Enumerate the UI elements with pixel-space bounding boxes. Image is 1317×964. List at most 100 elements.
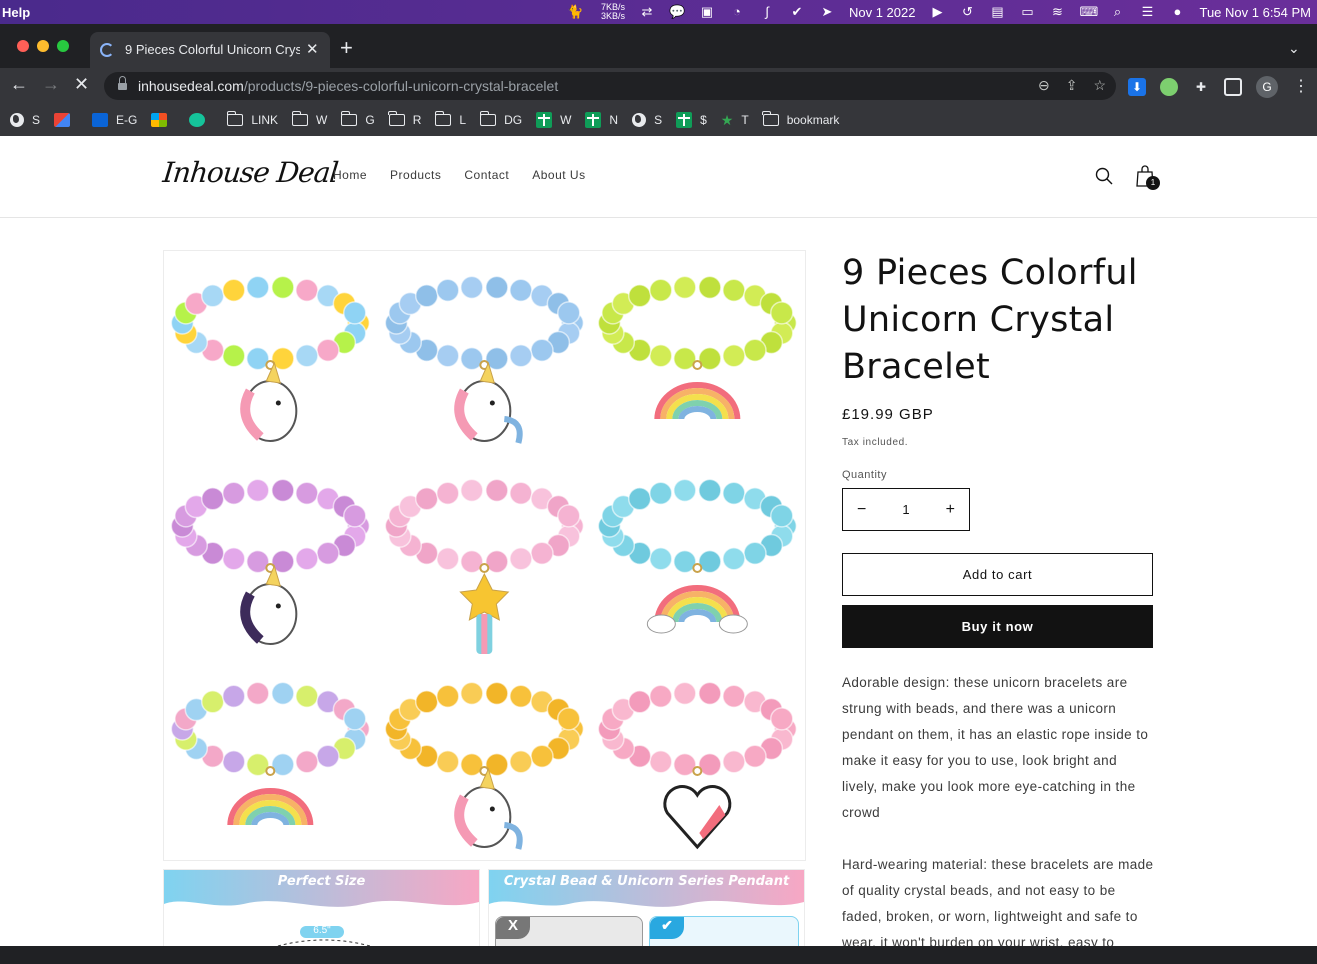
bookmark-folder[interactable]: R: [388, 111, 421, 127]
bookmark-item[interactable]: [189, 113, 213, 127]
qq-icon[interactable]: ◔: [729, 5, 745, 19]
cross-icon: [676, 112, 693, 128]
minimize-window-button[interactable]: [37, 40, 49, 52]
quantity-label: Quantity: [842, 469, 887, 481]
globe-icon: [10, 113, 24, 127]
gmail-icon: [54, 113, 71, 127]
wechat-icon[interactable]: 💬: [669, 5, 685, 19]
play-icon[interactable]: ▶: [929, 5, 945, 19]
cat-icon[interactable]: 🐈: [567, 5, 583, 19]
heart-charm-icon: [663, 785, 732, 850]
folder-icon: [762, 111, 779, 126]
bookmark-item[interactable]: [54, 113, 78, 127]
bookmark-folder[interactable]: DG: [479, 111, 522, 127]
bracelet-2: [378, 251, 592, 454]
download-extension-icon[interactable]: ⬇: [1128, 78, 1146, 96]
play-circle-icon[interactable]: ➤: [819, 5, 835, 19]
close-window-button[interactable]: [17, 40, 29, 52]
time-machine-icon[interactable]: ↺: [959, 5, 975, 19]
quantity-stepper: − 1 +: [842, 488, 970, 531]
side-panel-icon[interactable]: [1224, 78, 1242, 96]
siri-icon[interactable]: ●: [1169, 5, 1185, 19]
bracelet-8: [378, 657, 592, 860]
script-icon[interactable]: ∫: [759, 5, 775, 19]
forward-arrow-icon[interactable]: →: [42, 74, 60, 95]
bracelet-1: [164, 251, 378, 454]
nav-home[interactable]: Home: [333, 168, 367, 182]
bookmark-folder[interactable]: G: [340, 111, 375, 127]
zoom-icon[interactable]: ⊖: [1038, 77, 1050, 94]
wifi-icon[interactable]: ≋: [1049, 5, 1065, 19]
bookmark-item[interactable]: $: [676, 112, 707, 128]
address-bar[interactable]: inhousedeal.com/products/9-pieces-colorf…: [104, 72, 1116, 100]
folder-icon: [291, 111, 309, 126]
bracelet-image-grid: [164, 251, 805, 860]
check-icon[interactable]: ✔: [789, 5, 805, 19]
bookmark-item[interactable]: S: [10, 113, 40, 127]
folder-icon: [340, 111, 358, 126]
quantity-input[interactable]: 1: [902, 502, 909, 517]
unicorn-charm-icon: [453, 361, 523, 444]
new-tab-icon[interactable]: +: [340, 37, 353, 59]
nav-contact[interactable]: Contact: [464, 168, 509, 182]
decrease-quantity-button[interactable]: −: [857, 501, 866, 519]
zoom-window-button[interactable]: [57, 40, 69, 52]
bookmark-item[interactable]: [151, 113, 175, 127]
keyboard-icon[interactable]: ⌨: [1079, 5, 1098, 19]
description-paragraph: Adorable design: these unicorn bracelets…: [842, 675, 1149, 820]
store-logo[interactable]: Inhouse Deal: [161, 156, 339, 189]
microsoft-icon: [151, 113, 168, 127]
bookmark-folder[interactable]: W: [291, 111, 327, 127]
flag-icon[interactable]: ▤: [989, 5, 1005, 19]
increase-quantity-button[interactable]: +: [946, 501, 955, 519]
bracelet-3: [591, 251, 805, 454]
app-icon[interactable]: ▣: [699, 5, 715, 19]
browser-toolbar: ← → ✕ inhousedeal.com/products/9-pieces-…: [0, 68, 1317, 104]
browser-tab[interactable]: 9 Pieces Colorful Unicorn Crystal Bracel…: [90, 32, 330, 68]
lock-icon[interactable]: [118, 76, 127, 91]
outlook-icon: [92, 113, 109, 127]
battery-icon[interactable]: ▭: [1019, 5, 1035, 19]
control-center-icon[interactable]: ☰: [1139, 5, 1155, 19]
dock-bar: [0, 946, 1317, 964]
stop-loading-icon[interactable]: ✕: [74, 74, 89, 95]
color-extension-icon[interactable]: [1160, 78, 1178, 96]
close-tab-icon[interactable]: ✕: [306, 40, 319, 58]
bookmark-item[interactable]: W: [536, 112, 571, 128]
back-arrow-icon[interactable]: ←: [10, 74, 28, 95]
url-text[interactable]: inhousedeal.com/products/9-pieces-colorf…: [138, 78, 558, 94]
bookmark-folder[interactable]: L: [434, 111, 466, 127]
browser-menu-icon[interactable]: ⋮: [1292, 78, 1310, 96]
buy-it-now-button[interactable]: Buy it now: [842, 605, 1153, 648]
bookmark-item[interactable]: ★ T: [721, 112, 749, 129]
extensions-puzzle-icon[interactable]: ✚: [1192, 78, 1210, 96]
product-main-image[interactable]: [163, 250, 806, 861]
bookmark-folder[interactable]: LINK: [226, 111, 278, 127]
bookmark-folder[interactable]: bookmark: [762, 111, 839, 127]
nav-about-us[interactable]: About Us: [532, 168, 585, 182]
folder-icon: [388, 111, 405, 126]
bookmark-item[interactable]: E-G: [92, 113, 137, 127]
cross-icon: [536, 112, 553, 128]
teamviewer-icon[interactable]: ⇄: [639, 5, 655, 19]
spotlight-icon[interactable]: ⌕: [1109, 5, 1125, 19]
bookmark-item[interactable]: N: [585, 112, 618, 128]
app-menu-help[interactable]: Help: [0, 5, 30, 20]
share-icon[interactable]: ⇪: [1066, 77, 1078, 94]
network-speed: 7KB/s 3KB/s: [600, 2, 625, 21]
profile-avatar[interactable]: G: [1256, 76, 1278, 98]
nav-products[interactable]: Products: [390, 168, 441, 182]
check-mark-icon: ✔: [650, 917, 684, 939]
bookmark-star-icon[interactable]: ☆: [1093, 77, 1106, 94]
tab-search-chevron-icon[interactable]: ⌄: [1288, 40, 1300, 57]
search-icon[interactable]: [1095, 167, 1113, 185]
tax-note: Tax included.: [842, 437, 909, 448]
bookmark-item[interactable]: S: [632, 113, 662, 127]
thumbnail-title: Perfect Size: [277, 874, 366, 889]
cart-count-badge[interactable]: 1: [1146, 176, 1160, 190]
thumbnail-title: Crystal Bead & Unicorn Series Pendant: [503, 874, 790, 889]
cross-icon: [585, 112, 602, 128]
unicorn-head-charm-icon: [240, 564, 298, 645]
main-nav: Home Products Contact About Us: [333, 168, 586, 182]
add-to-cart-button[interactable]: Add to cart: [842, 553, 1153, 596]
